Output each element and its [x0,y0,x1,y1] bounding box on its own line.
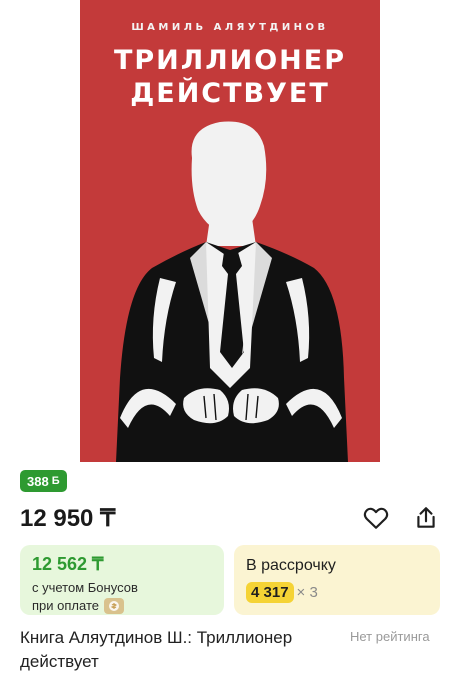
bonus-points-badge: 388 Б [20,470,67,492]
bonus-note-row: при оплате [32,597,212,615]
favorite-button[interactable] [362,504,390,532]
installment-label: В рассрочку [246,557,336,574]
payment-coin-icon [103,598,124,614]
share-button[interactable] [412,504,440,532]
bonus-price: 12 562 ₸ [32,554,104,574]
man-in-suit-illustration [116,121,348,462]
installment-row: 4 317 × 3 [246,582,428,603]
bonus-note-line2: при оплате [32,598,99,613]
cover-author: ШАМИЛЬ АЛЯУТДИНОВ [131,22,329,33]
bonus-note-line1: с учетом Бонусов [32,580,138,595]
cover-title-line2: ДЕЙСТВУЕТ [130,78,330,109]
cover-title: ТРИЛЛИОНЕР ДЕЙСТВУЕТ [80,44,380,110]
book-cover-image[interactable]: ШАМИЛЬ АЛЯУТДИНОВ ТРИЛЛИОНЕР ДЕЙСТВУЕТ [80,0,380,462]
installment-amount: 4 317 [246,582,294,603]
bonus-points-value: 388 [27,473,49,489]
bonus-symbol: Б [51,475,60,487]
share-icon [417,507,435,528]
installment-box[interactable]: В рассрочку 4 317 × 3 [234,545,440,615]
product-card[interactable]: ШАМИЛЬ АЛЯУТДИНОВ ТРИЛЛИОНЕР ДЕЙСТВУЕТ 3… [0,0,460,700]
rating-status: Нет рейтинга [350,629,430,644]
product-title[interactable]: Книга Аляутдинов Ш.: Триллионер действуе… [20,626,340,674]
bonus-price-box[interactable]: 12 562 ₸ с учетом Бонусов при оплате [20,545,224,615]
product-price: 12 950 ₸ [20,505,116,532]
cover-title-line1: ТРИЛЛИОНЕР [113,45,347,76]
installment-multiplier: × 3 [296,584,318,601]
heart-icon [363,507,389,529]
